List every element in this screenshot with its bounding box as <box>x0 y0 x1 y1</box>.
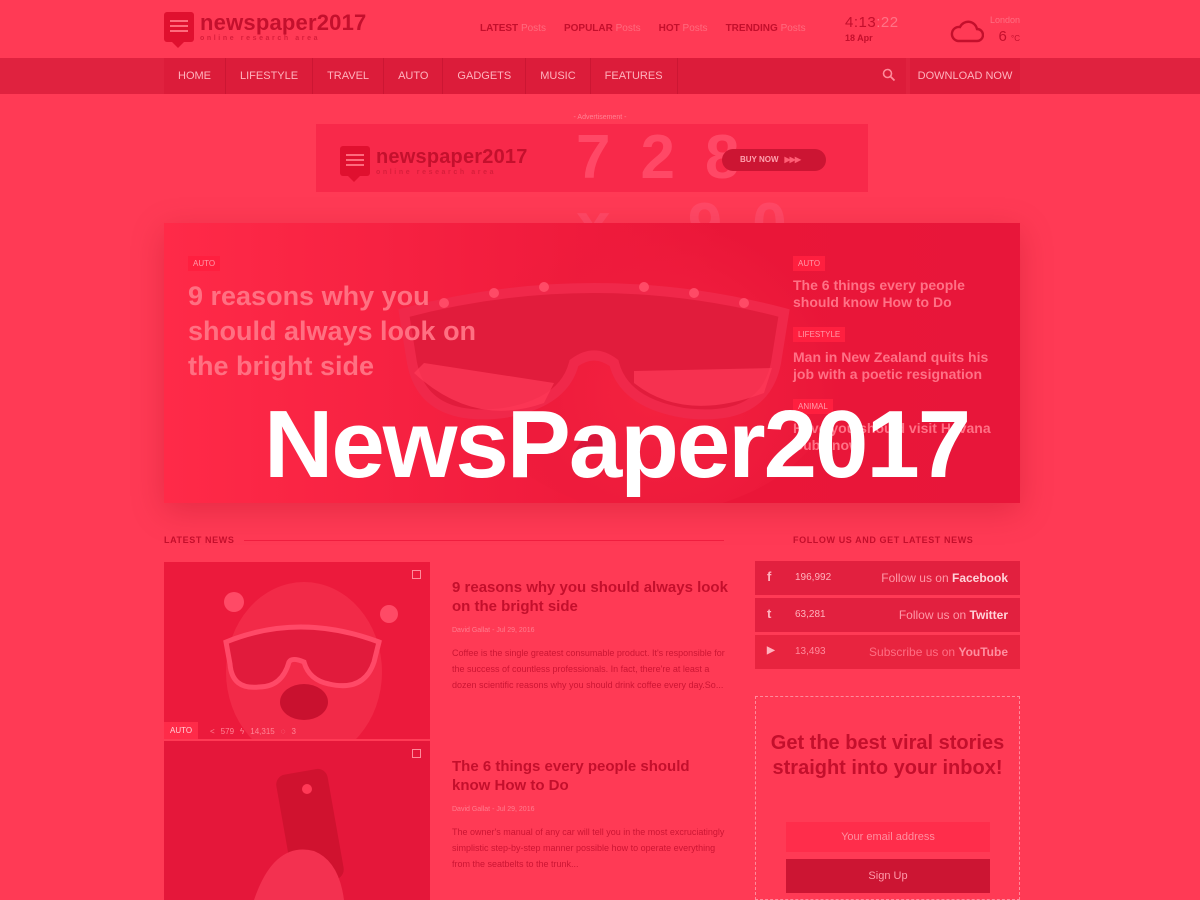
social-facebook[interactable]: f 196,992 Follow us on Facebook <box>755 561 1020 595</box>
top-link-popular[interactable]: POPULAR Posts <box>564 23 641 34</box>
nav-menu: HOME LIFESTYLE TRAVEL AUTO GADGETS MUSIC… <box>164 58 906 94</box>
ad-logo-icon <box>340 146 370 182</box>
buy-now-button[interactable]: BUY NOW ▶▶▶ <box>722 149 826 171</box>
news-1-comments: 3 <box>291 727 296 736</box>
download-now-button[interactable]: DOWNLOAD NOW <box>910 58 1020 94</box>
hero-side-title-2[interactable]: Man in New Zealand quits his job with a … <box>793 349 1003 383</box>
nav-item-lifestyle[interactable]: LIFESTYLE <box>226 58 314 94</box>
hero-main-title[interactable]: 9 reasons why you should always look on … <box>188 279 488 384</box>
nav-item-music[interactable]: MUSIC <box>526 58 591 94</box>
facebook-icon: f <box>767 569 772 584</box>
top-link-hot[interactable]: HOT Posts <box>659 23 708 34</box>
news-image-1[interactable]: AUTO <579 ϟ 14,315 ◌ 3 <box>164 562 430 739</box>
twitter-icon: t <box>767 606 772 621</box>
ad-logo: newspaper2017 online research area <box>340 146 528 182</box>
site-logo[interactable]: newspaper2017 online research area <box>164 10 367 48</box>
external-link-icon[interactable] <box>412 570 421 579</box>
news-1-stats: <579 ϟ 14,315 ◌ 3 <box>210 727 296 736</box>
newsletter-box: Get the best viral stories straight into… <box>755 696 1020 900</box>
clock-date: 18 Apr <box>845 33 873 43</box>
follow-heading: FOLLOW US AND GET LATEST NEWS <box>793 535 974 545</box>
news-image-1-photo <box>164 562 430 739</box>
news-1-views: 14,315 <box>250 727 275 736</box>
latest-news-heading: LATEST NEWS <box>164 535 235 545</box>
sign-up-button[interactable]: Sign Up <box>786 859 990 893</box>
news-1-shares: 579 <box>220 727 235 736</box>
arrows-icon: ▶▶▶ <box>784 155 802 164</box>
nav-item-home[interactable]: HOME <box>164 58 226 94</box>
ad-logo-name: newspaper2017 <box>376 146 528 168</box>
ad-label: - Advertisement - <box>573 114 627 121</box>
external-link-icon[interactable] <box>412 749 421 758</box>
hero-side-tag-1[interactable]: AUTO <box>793 256 826 271</box>
youtube-icon: ▶ <box>767 645 775 656</box>
top-links: LATEST Posts POPULAR Posts HOT Posts TRE… <box>480 23 806 34</box>
clock-seconds: :22 <box>876 14 899 31</box>
social-twitter[interactable]: t 63,281 Follow us on Twitter <box>755 598 1020 632</box>
ad-banner[interactable]: 728 x 90 newspaper2017 online research a… <box>316 124 868 260</box>
ad-logo-tagline: online research area <box>376 169 497 176</box>
hero-main-tag[interactable]: AUTO <box>188 256 221 271</box>
weather-widget: London 6 °C <box>950 14 1022 48</box>
main-navbar: HOME LIFESTYLE TRAVEL AUTO GADGETS MUSIC… <box>0 58 1200 94</box>
header-clock: 4:13:22 18 Apr <box>845 14 899 43</box>
youtube-count: 13,493 <box>795 646 826 657</box>
top-link-latest[interactable]: LATEST Posts <box>480 23 546 34</box>
nav-item-features[interactable]: FEATURES <box>591 58 678 94</box>
overlay-title: NewsPaper2017 <box>264 391 971 498</box>
facebook-label: Follow us on Facebook <box>881 571 1008 585</box>
search-icon[interactable] <box>882 68 896 82</box>
news-2-meta: David Gallat - Jul 29, 2016 <box>452 806 535 813</box>
newsletter-title: Get the best viral stories straight into… <box>770 732 1005 779</box>
nav-item-travel[interactable]: TRAVEL <box>313 58 385 94</box>
share-icon: < <box>210 727 215 736</box>
news-1-title[interactable]: 9 reasons why you should always look on … <box>452 578 732 616</box>
top-link-trending[interactable]: TRENDING Posts <box>726 23 806 34</box>
news-1-excerpt: Coffee is the single greatest consumable… <box>452 648 725 690</box>
hero-side-title-1[interactable]: The 6 things every people should know Ho… <box>793 277 1003 311</box>
twitter-count: 63,281 <box>795 609 826 620</box>
cloud-icon <box>950 20 984 43</box>
nav-item-auto[interactable]: AUTO <box>384 58 444 94</box>
news-2-title[interactable]: The 6 things every people should know Ho… <box>452 757 732 795</box>
weather-city: London <box>989 15 1020 25</box>
bolt-icon: ϟ <box>240 727 245 736</box>
weather-temp: 6 °C <box>998 28 1021 45</box>
logo-icon <box>164 12 194 48</box>
comment-icon: ◌ <box>280 727 286 736</box>
news-image-2-photo <box>164 741 430 900</box>
news-2-excerpt: The owner's manual of any car will tell … <box>452 827 725 869</box>
news-1-tag[interactable]: AUTO <box>164 722 199 739</box>
social-youtube[interactable]: ▶ 13,493 Subscribe us on YouTube <box>755 635 1020 669</box>
hero-side-tag-2[interactable]: LIFESTYLE <box>793 327 846 342</box>
latest-news-divider <box>244 540 724 541</box>
logo-tagline: online research area <box>200 35 321 42</box>
news-1-meta: David Gallat - Jul 29, 2016 <box>452 627 535 634</box>
facebook-count: 196,992 <box>795 572 832 583</box>
email-field[interactable] <box>786 822 990 852</box>
youtube-label: Subscribe us on YouTube <box>869 645 1008 659</box>
logo-name: newspaper2017 <box>200 10 367 35</box>
news-image-2[interactable] <box>164 741 430 900</box>
site-header: newspaper2017 online research area LATES… <box>0 0 1200 58</box>
clock-time: 4:13 <box>845 14 877 31</box>
twitter-label: Follow us on Twitter <box>898 608 1008 622</box>
nav-item-gadgets[interactable]: GADGETS <box>443 58 527 94</box>
